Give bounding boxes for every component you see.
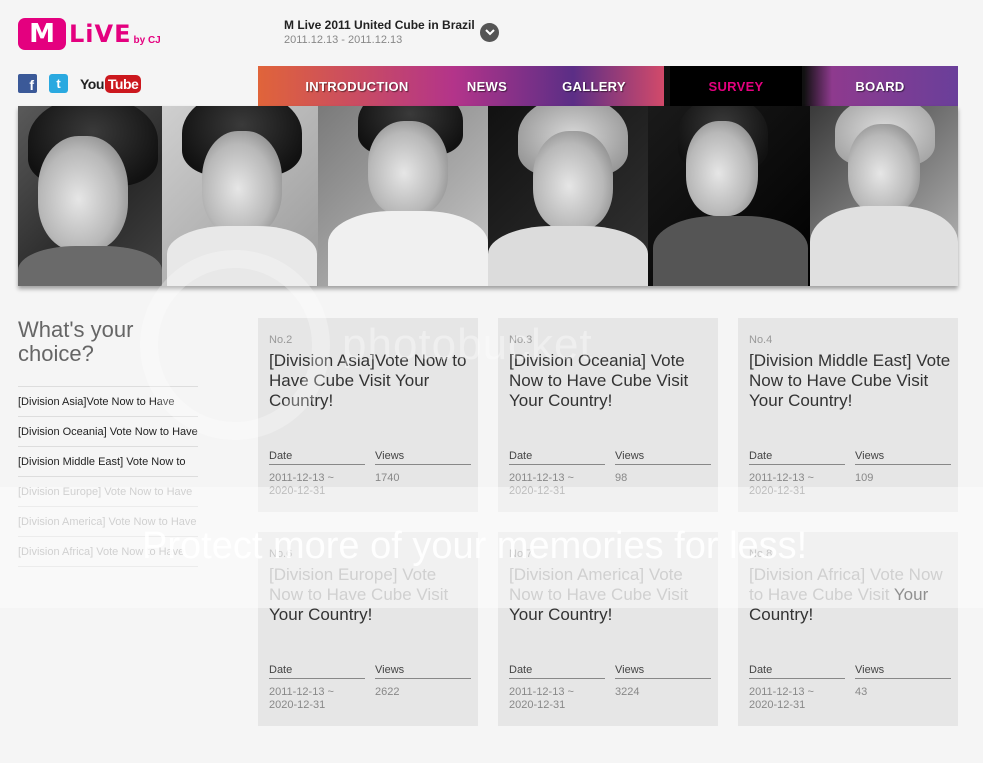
date-value: 2011-12-13 ~ 2020-12-31 bbox=[269, 686, 334, 711]
hero-banner bbox=[18, 106, 958, 286]
event-info: M Live 2011 United Cube in Brazil 2011.1… bbox=[284, 18, 475, 46]
card-number: No.6 bbox=[269, 548, 293, 560]
nav-introduction[interactable]: INTRODUCTION bbox=[258, 66, 456, 106]
card-title[interactable]: [Division Oceania] Vote Now to Have Cube… bbox=[509, 351, 714, 411]
card-title[interactable]: [Division Asia]Vote Now to Have Cube Vis… bbox=[269, 351, 474, 411]
views-value: 109 bbox=[855, 472, 874, 484]
event-dates: 2011.12.13 - 2011.12.13 bbox=[284, 34, 403, 46]
nav-news[interactable]: NEWS bbox=[456, 66, 518, 106]
chevron-down-icon[interactable] bbox=[480, 23, 499, 42]
views-value: 98 bbox=[615, 472, 628, 484]
social-links: f t You Tube bbox=[18, 74, 142, 93]
date-value: 2011-12-13 ~ 2020-12-31 bbox=[509, 686, 574, 711]
member-photo-1 bbox=[18, 106, 162, 286]
main-nav: INTRODUCTION NEWS GALLERY SURVEY BOARD bbox=[258, 66, 958, 106]
views-label: Views bbox=[615, 450, 711, 465]
survey-card-asia[interactable]: No.2 [Division Asia]Vote Now to Have Cub… bbox=[258, 318, 478, 512]
member-photo-2 bbox=[162, 106, 318, 286]
card-number: No.7 bbox=[509, 548, 533, 560]
member-photo-6 bbox=[810, 106, 958, 286]
sidebar-item-oceania[interactable]: [Division Oceania] Vote Now to Have bbox=[18, 417, 198, 447]
card-title[interactable]: [Division Middle East] Vote Now to Have … bbox=[749, 351, 954, 411]
views-label: Views bbox=[375, 450, 471, 465]
date-label: Date bbox=[749, 450, 845, 465]
views-value: 1740 bbox=[375, 472, 400, 484]
member-photo-5 bbox=[648, 106, 810, 286]
card-title-bottom: Your Country! bbox=[509, 605, 613, 624]
sidebar-item-america[interactable]: [Division America] Vote Now to Have bbox=[18, 507, 198, 537]
member-photo-4 bbox=[488, 106, 648, 286]
member-photo-3 bbox=[318, 106, 488, 286]
date-value: 2011-12-13 ~ 2020-12-31 bbox=[269, 472, 334, 497]
survey-card-america[interactable]: No.7 [Division America] Vote Now to Have… bbox=[498, 532, 718, 726]
youtube-tube-text: Tube bbox=[104, 74, 142, 93]
sidebar-list: [Division Asia]Vote Now to Have [Divisio… bbox=[18, 386, 198, 567]
survey-card-middle-east[interactable]: No.4 [Division Middle East] Vote Now to … bbox=[738, 318, 958, 512]
twitter-icon[interactable]: t bbox=[49, 74, 68, 93]
date-label: Date bbox=[269, 664, 365, 679]
date-label: Date bbox=[269, 450, 365, 465]
youtube-you-text: You bbox=[80, 75, 104, 92]
date-value: 2011-12-13 ~ 2020-12-31 bbox=[749, 472, 814, 497]
card-title[interactable]: [Division Africa] Vote Now to Have Cube … bbox=[749, 565, 954, 625]
card-title[interactable]: [Division Europe] Vote Now to Have Cube … bbox=[269, 565, 474, 625]
logo-m-mark: M bbox=[18, 18, 66, 50]
logo-bycj-text: by CJ bbox=[133, 35, 161, 46]
views-value: 43 bbox=[855, 686, 868, 698]
views-value: 2622 bbox=[375, 686, 400, 698]
logo-live-text: LiVE bbox=[69, 20, 132, 48]
nav-survey[interactable]: SURVEY bbox=[670, 66, 802, 106]
card-number: No.8 bbox=[749, 548, 773, 560]
sidebar-item-middle-east[interactable]: [Division Middle East] Vote Now to bbox=[18, 447, 198, 477]
date-label: Date bbox=[509, 450, 605, 465]
card-title-top: [Division Europe] Vote Now to Have Cube … bbox=[269, 565, 449, 604]
views-value: 3224 bbox=[615, 686, 640, 698]
facebook-icon[interactable]: f bbox=[18, 74, 37, 93]
date-label: Date bbox=[509, 664, 605, 679]
views-label: Views bbox=[615, 664, 711, 679]
youtube-icon[interactable]: You Tube bbox=[80, 74, 142, 93]
card-number: No.3 bbox=[509, 334, 533, 346]
survey-card-europe[interactable]: No.6 [Division Europe] Vote Now to Have … bbox=[258, 532, 478, 726]
nav-board[interactable]: BOARD bbox=[802, 66, 958, 106]
event-title: M Live 2011 United Cube in Brazil bbox=[284, 18, 475, 32]
card-title-bottom: Your Country! bbox=[269, 605, 373, 624]
nav-gallery[interactable]: GALLERY bbox=[518, 66, 670, 106]
date-value: 2011-12-13 ~ 2020-12-31 bbox=[509, 472, 574, 497]
survey-card-africa[interactable]: No.8 [Division Africa] Vote Now to Have … bbox=[738, 532, 958, 726]
card-title-top: [Division America] Vote Now to Have Cube… bbox=[509, 565, 689, 604]
date-value: 2011-12-13 ~ 2020-12-31 bbox=[749, 686, 814, 711]
mlive-logo[interactable]: M LiVE by CJ bbox=[18, 18, 161, 50]
sidebar-item-europe[interactable]: [Division Europe] Vote Now to Have bbox=[18, 477, 198, 507]
survey-card-oceania[interactable]: No.3 [Division Oceania] Vote Now to Have… bbox=[498, 318, 718, 512]
views-label: Views bbox=[855, 450, 951, 465]
card-number: No.4 bbox=[749, 334, 773, 346]
views-label: Views bbox=[375, 664, 471, 679]
date-label: Date bbox=[749, 664, 845, 679]
card-number: No.2 bbox=[269, 334, 293, 346]
sidebar-item-asia[interactable]: [Division Asia]Vote Now to Have bbox=[18, 387, 198, 417]
views-label: Views bbox=[855, 664, 951, 679]
card-title[interactable]: [Division America] Vote Now to Have Cube… bbox=[509, 565, 714, 625]
sidebar-item-africa[interactable]: [Division Africa] Vote Now to Have bbox=[18, 537, 198, 567]
sidebar-title: What's your choice? bbox=[18, 317, 134, 366]
